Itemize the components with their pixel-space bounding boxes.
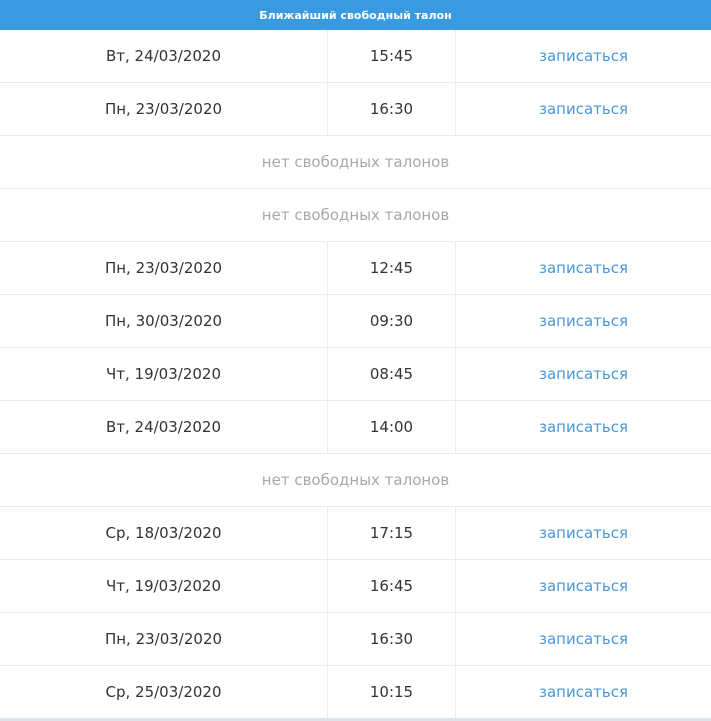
table-row: Пн, 23/03/2020 16:30 записаться xyxy=(0,83,711,136)
table-row: Вт, 24/03/2020 15:45 записаться xyxy=(0,30,711,83)
no-slots-text: нет свободных талонов xyxy=(261,206,450,224)
slot-time: 16:30 xyxy=(328,83,456,135)
slot-time: 17:15 xyxy=(328,507,456,559)
table-row: Чт, 19/03/2020 08:45 записаться xyxy=(0,348,711,401)
slot-date: Вт, 24/03/2020 xyxy=(0,401,328,453)
signup-link[interactable]: записаться xyxy=(539,683,628,701)
signup-link[interactable]: записаться xyxy=(539,365,628,383)
signup-link[interactable]: записаться xyxy=(539,312,628,330)
table-header: Ближайший свободный талон xyxy=(0,0,711,30)
signup-link[interactable]: записаться xyxy=(539,630,628,648)
slot-time: 10:15 xyxy=(328,666,456,718)
signup-link[interactable]: записаться xyxy=(539,524,628,542)
slot-date: Вт, 24/03/2020 xyxy=(0,30,328,82)
header-title: Ближайший свободный талон xyxy=(259,8,452,22)
slot-date: Ср, 18/03/2020 xyxy=(0,507,328,559)
slot-time: 16:30 xyxy=(328,613,456,665)
signup-link[interactable]: записаться xyxy=(539,418,628,436)
slot-date: Чт, 19/03/2020 xyxy=(0,560,328,612)
empty-row: нет свободных талонов xyxy=(0,189,711,242)
slot-time: 15:45 xyxy=(328,30,456,82)
table-row: Пн, 30/03/2020 09:30 записаться xyxy=(0,295,711,348)
slot-time: 16:45 xyxy=(328,560,456,612)
slot-date: Пн, 23/03/2020 xyxy=(0,613,328,665)
signup-link[interactable]: записаться xyxy=(539,47,628,65)
slot-date: Пн, 23/03/2020 xyxy=(0,83,328,135)
no-slots-text: нет свободных талонов xyxy=(261,471,450,489)
table-row: Ср, 25/03/2020 10:15 записаться xyxy=(0,666,711,719)
signup-link[interactable]: записаться xyxy=(539,259,628,277)
slot-date: Пн, 23/03/2020 xyxy=(0,242,328,294)
slot-date: Ср, 25/03/2020 xyxy=(0,666,328,718)
slot-time: 14:00 xyxy=(328,401,456,453)
slot-time: 12:45 xyxy=(328,242,456,294)
table-row: Вт, 24/03/2020 14:00 записаться xyxy=(0,401,711,454)
empty-row: нет свободных талонов xyxy=(0,454,711,507)
table-row: Чт, 19/03/2020 16:45 записаться xyxy=(0,560,711,613)
slot-date: Пн, 30/03/2020 xyxy=(0,295,328,347)
slot-date: Чт, 19/03/2020 xyxy=(0,348,328,400)
nearest-slot-table: Ближайший свободный талон Вт, 24/03/2020… xyxy=(0,0,711,721)
no-slots-text: нет свободных талонов xyxy=(261,153,450,171)
slot-time: 09:30 xyxy=(328,295,456,347)
table-row: Пн, 23/03/2020 12:45 записаться xyxy=(0,242,711,295)
table-row: Ср, 18/03/2020 17:15 записаться xyxy=(0,507,711,560)
table-row: Пн, 23/03/2020 16:30 записаться xyxy=(0,613,711,666)
empty-row: нет свободных талонов xyxy=(0,136,711,189)
slot-time: 08:45 xyxy=(328,348,456,400)
signup-link[interactable]: записаться xyxy=(539,577,628,595)
signup-link[interactable]: записаться xyxy=(539,100,628,118)
